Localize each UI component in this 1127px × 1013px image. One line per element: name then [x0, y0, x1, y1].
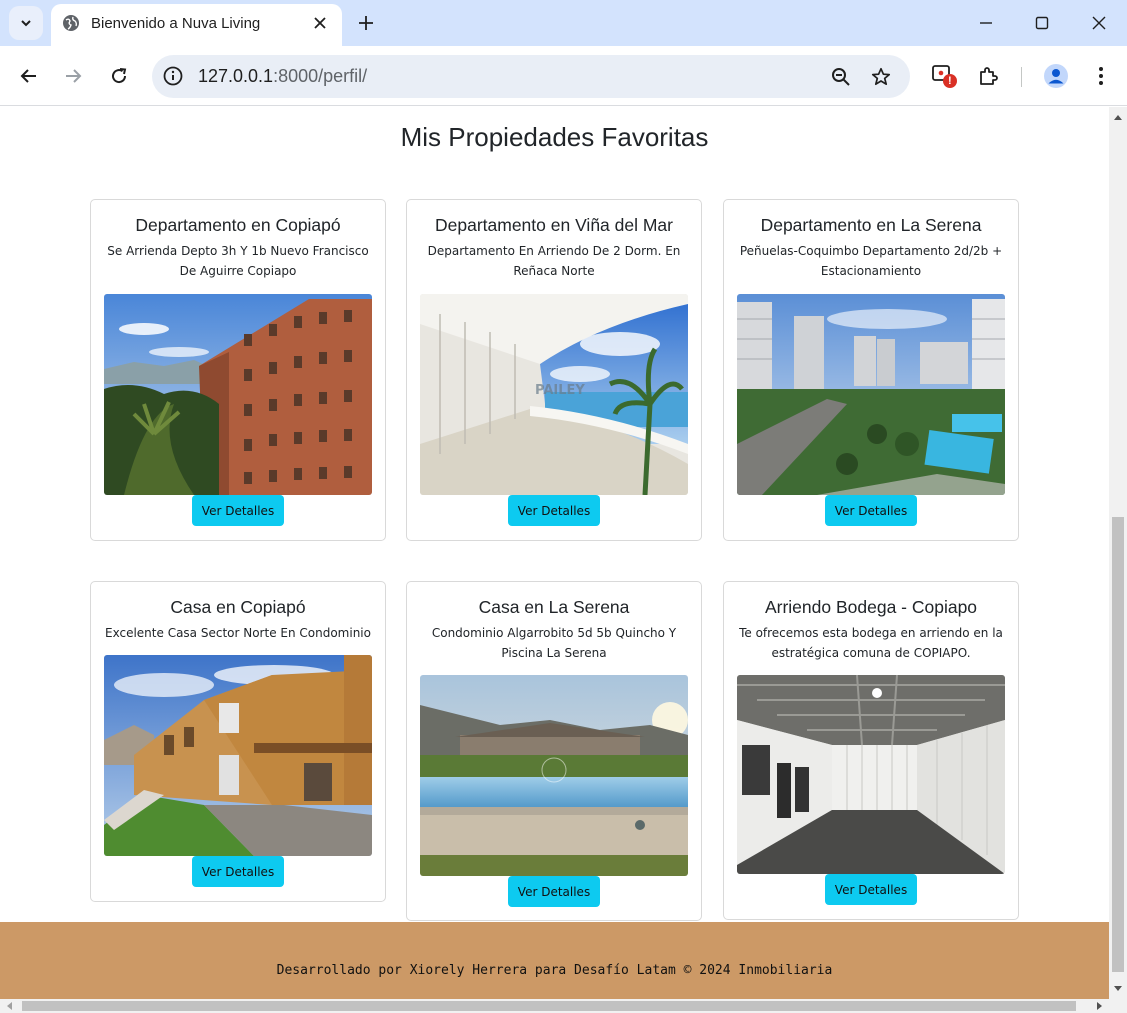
- more-menu-icon[interactable]: [1086, 61, 1116, 91]
- horizontal-scrollbar[interactable]: [0, 999, 1127, 1013]
- scroll-left-arrow-icon[interactable]: [5, 1001, 15, 1011]
- scroll-up-arrow-icon[interactable]: [1113, 113, 1123, 123]
- house-with-pool-photo: [420, 675, 688, 876]
- property-card: Arriendo Bodega - Copiapo Te ofrecemos e…: [723, 581, 1019, 920]
- toolbar-separator: [1021, 67, 1022, 87]
- vertical-scroll-thumb[interactable]: [1112, 517, 1124, 972]
- minimize-icon[interactable]: [973, 10, 999, 36]
- card-description: Se Arrienda Depto 3h Y 1b Nuevo Francisc…: [107, 244, 369, 278]
- scroll-right-arrow-icon[interactable]: [1094, 1001, 1104, 1011]
- ver-detalles-button[interactable]: Ver Detalles: [825, 874, 917, 905]
- reload-icon[interactable]: [104, 61, 134, 91]
- card-title: Departamento en La Serena: [760, 215, 982, 235]
- card-description: Condominio Algarrobito 5d 5b Quincho Y P…: [431, 626, 677, 660]
- card-title: Arriendo Bodega - Copiapo: [764, 597, 978, 617]
- globe-icon: [63, 15, 79, 31]
- scroll-down-arrow-icon[interactable]: [1113, 983, 1123, 993]
- extension-alert-icon[interactable]: !: [929, 61, 959, 91]
- close-window-icon[interactable]: [1086, 10, 1112, 36]
- ver-detalles-button[interactable]: Ver Detalles: [825, 495, 917, 526]
- ver-detalles-button[interactable]: Ver Detalles: [508, 495, 600, 526]
- ver-detalles-button[interactable]: Ver Detalles: [508, 876, 600, 907]
- property-card: Departamento en Copiapó Se Arrienda Dept…: [90, 199, 386, 541]
- browser-tab-active[interactable]: Bienvenido a Nuva Living: [51, 4, 342, 46]
- maximize-icon[interactable]: [1029, 10, 1055, 36]
- page-title: Mis Propiedades Favoritas: [400, 122, 709, 152]
- city-towers-pool-photo: [737, 294, 1005, 495]
- ver-detalles-button[interactable]: Ver Detalles: [192, 495, 284, 526]
- bookmark-star-icon[interactable]: [869, 65, 893, 89]
- card-description: Te ofrecemos esta bodega en arriendo en …: [739, 626, 1003, 660]
- card-description: Peñuelas-Coquimbo Departamento 2d/2b + E…: [739, 244, 1003, 278]
- ocean-view-terrace-photo: PAILEY: [420, 294, 688, 495]
- card-title: Departamento en Copiapó: [135, 215, 341, 235]
- card-description: Departamento En Arriendo De 2 Dorm. En R…: [427, 244, 681, 278]
- tab-close-icon[interactable]: [310, 13, 330, 33]
- page-viewport: Mis Propiedades Favoritas Departamento e…: [0, 107, 1109, 999]
- site-info-icon[interactable]: [162, 65, 184, 87]
- card-title: Casa en Copiapó: [170, 597, 306, 617]
- footer-credit: Desarrollado por Xiorely Herrera para De…: [276, 963, 833, 978]
- profile-avatar-icon[interactable]: [1041, 61, 1071, 91]
- horizontal-scroll-thumb[interactable]: [22, 1001, 1076, 1011]
- extensions-puzzle-icon[interactable]: [974, 61, 1004, 91]
- card-title: Departamento en Viña del Mar: [434, 215, 673, 235]
- back-arrow-icon[interactable]: [14, 61, 44, 91]
- warehouse-interior-photo: [737, 675, 1005, 874]
- site-footer: Desarrollado por Xiorely Herrera para De…: [0, 922, 1109, 999]
- ver-detalles-button[interactable]: Ver Detalles: [192, 856, 284, 887]
- card-title: Casa en La Serena: [478, 597, 630, 617]
- tab-title: Bienvenido a Nuva Living: [91, 15, 261, 32]
- card-description: Excelente Casa Sector Norte En Condomini…: [105, 626, 371, 640]
- property-card: Casa en La Serena Condominio Algarrobito…: [406, 581, 702, 921]
- apartment-building-photo: [104, 294, 372, 495]
- forward-arrow-icon[interactable]: [58, 61, 88, 91]
- photo-watermark: PAILEY: [535, 383, 585, 398]
- property-card: Departamento en La Serena Peñuelas-Coqui…: [723, 199, 1019, 541]
- property-card: Departamento en Viña del Mar Departament…: [406, 199, 702, 541]
- property-card: Casa en Copiapó Excelente Casa Sector No…: [90, 581, 386, 902]
- browser-tab-strip: Bienvenido a Nuva Living: [0, 0, 1127, 46]
- browser-toolbar: 127.0.0.1:8000/perfil/ !: [0, 46, 1127, 106]
- new-tab-plus-icon[interactable]: [354, 11, 378, 35]
- zoom-icon[interactable]: [829, 65, 853, 89]
- url-text[interactable]: 127.0.0.1:8000/perfil/: [198, 66, 367, 87]
- townhouses-photo: [104, 655, 372, 856]
- tab-search-button[interactable]: [9, 6, 43, 40]
- address-bar[interactable]: 127.0.0.1:8000/perfil/: [152, 55, 910, 98]
- vertical-scrollbar[interactable]: [1109, 107, 1127, 999]
- chevron-down-icon: [21, 20, 31, 27]
- extension-badge: !: [948, 75, 952, 87]
